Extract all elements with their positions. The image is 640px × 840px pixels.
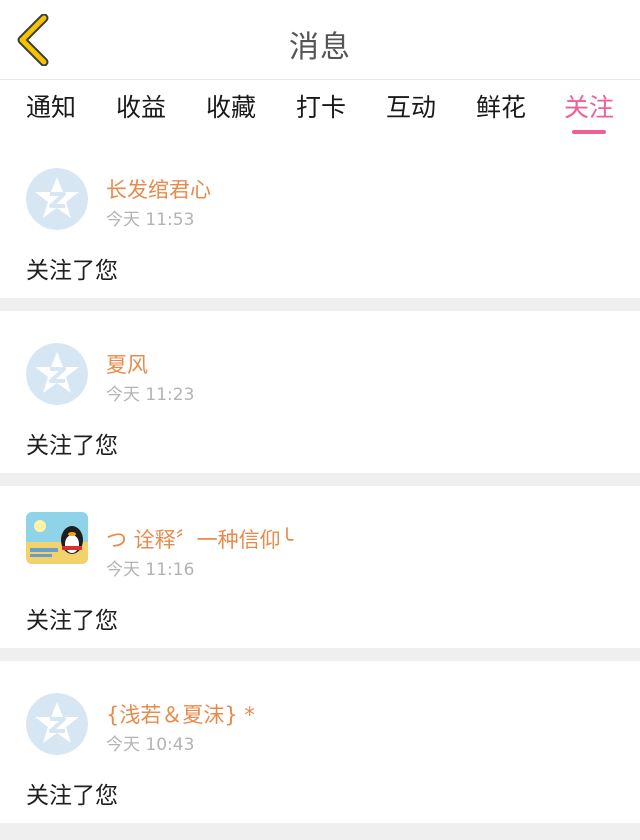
- timestamp: 今天 10:43: [106, 735, 195, 755]
- tab-follows-label: 关注: [564, 93, 615, 122]
- tab-flowers[interactable]: 鲜花: [476, 90, 526, 130]
- notification-text: 关注了您: [26, 433, 118, 459]
- timestamp: 今天 11:53: [106, 210, 195, 230]
- list-item[interactable]: 夏风 今天 11:23 关注了您: [0, 311, 640, 473]
- tab-follows[interactable]: 关注: [564, 90, 615, 134]
- username-link[interactable]: つ 诠释〞一种信仰╰: [106, 524, 293, 554]
- notification-text: 关注了您: [26, 258, 118, 284]
- list-item[interactable]: {浅若＆夏沫} * 今天 10:43 关注了您: [0, 661, 640, 823]
- username-link[interactable]: {浅若＆夏沫} *: [106, 699, 255, 729]
- notification-text: 关注了您: [26, 783, 118, 809]
- qzone-star-avatar[interactable]: [26, 343, 88, 405]
- active-tab-indicator: [572, 130, 607, 134]
- header-bar: 消息: [0, 0, 640, 80]
- page-title: 消息: [289, 30, 351, 65]
- tab-interactions[interactable]: 互动: [386, 90, 436, 130]
- tab-notifications[interactable]: 通知: [26, 90, 76, 130]
- notification-list: 长发绾君心 今天 11:53 关注了您 夏风 今天 11:23 关注了您 つ 诠…: [0, 136, 640, 836]
- tab-bar: 通知 收益 收藏 打卡 互动 鲜花 关注: [0, 80, 640, 136]
- list-item[interactable]: 长发绾君心 今天 11:53 关注了您: [0, 136, 640, 298]
- notification-text: 关注了您: [26, 608, 118, 634]
- tab-earnings[interactable]: 收益: [116, 90, 166, 130]
- username-link[interactable]: 长发绾君心: [106, 174, 211, 204]
- timestamp: 今天 11:23: [106, 385, 195, 405]
- penguin-photo-avatar[interactable]: [26, 512, 88, 564]
- list-item[interactable]: つ 诠释〞一种信仰╰ 今天 11:16 关注了您: [0, 486, 640, 648]
- tab-favorites[interactable]: 收藏: [206, 90, 256, 130]
- tab-checkin[interactable]: 打卡: [296, 90, 346, 130]
- qzone-star-avatar[interactable]: [26, 168, 88, 230]
- qzone-star-avatar[interactable]: [26, 693, 88, 755]
- timestamp: 今天 11:16: [106, 560, 195, 580]
- username-link[interactable]: 夏风: [106, 349, 148, 379]
